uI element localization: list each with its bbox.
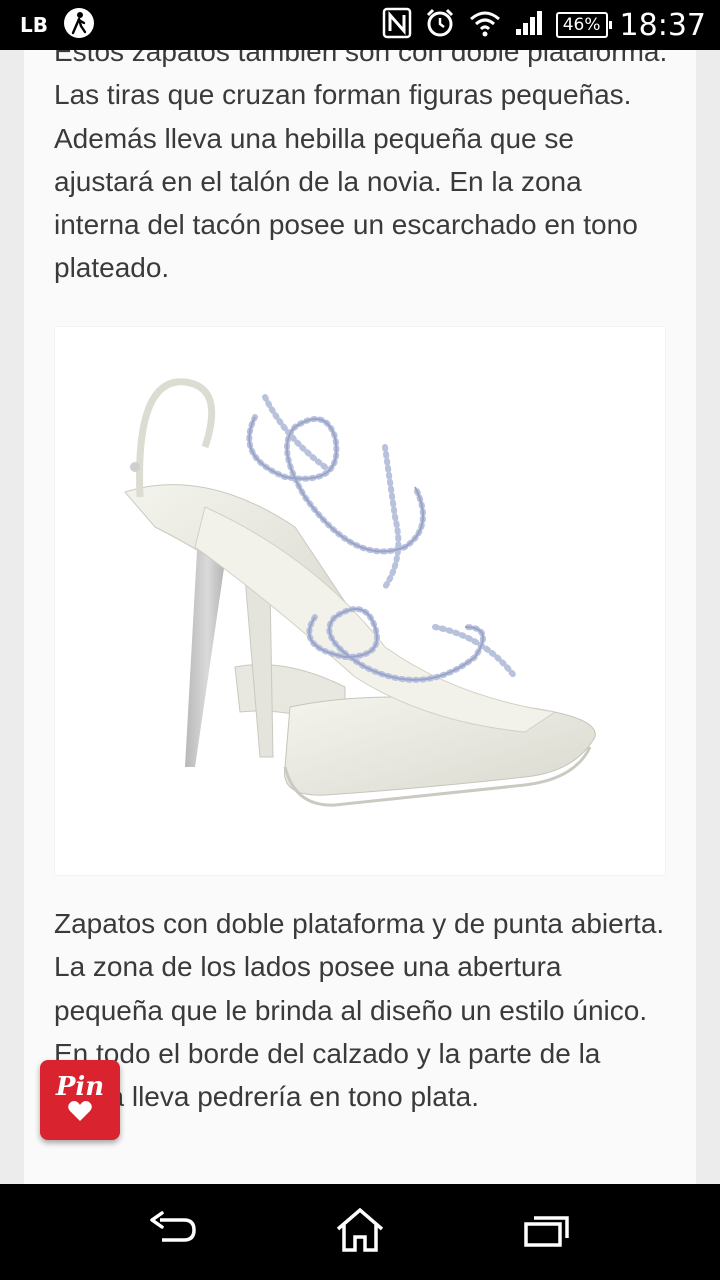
status-bar: LB 46% 18:37 [0, 0, 720, 50]
carrier-badge: LB [20, 13, 48, 37]
shoe-illustration [124, 378, 596, 807]
back-icon [148, 1210, 198, 1254]
article-paragraph-1: Estos zapatos también son con doble plat… [54, 50, 668, 284]
article-paragraph-2: Zapatos con doble plataforma y de punta … [54, 908, 665, 1113]
heart-icon [67, 1100, 93, 1126]
wifi-icon [468, 8, 502, 42]
alarm-icon [424, 7, 456, 43]
back-button[interactable] [133, 1202, 213, 1262]
article-card: Estos zapatos también son con doble plat… [24, 50, 696, 1184]
web-page[interactable]: Estos zapatos también son con doble plat… [0, 50, 720, 1184]
home-button[interactable] [320, 1202, 400, 1262]
pin-label: Pin [55, 1072, 105, 1102]
recent-apps-button[interactable] [507, 1202, 587, 1262]
home-icon [334, 1207, 386, 1257]
pin-it-button[interactable]: Pin [40, 1060, 120, 1140]
accessibility-icon [62, 6, 96, 44]
battery-indicator: 46% [555, 12, 612, 38]
shoe-image[interactable] [54, 326, 666, 876]
nfc-icon [382, 7, 412, 43]
system-nav-bar [0, 1184, 720, 1280]
recent-apps-icon [523, 1212, 571, 1252]
status-clock: 18:37 [619, 7, 706, 43]
signal-icon [514, 9, 544, 41]
